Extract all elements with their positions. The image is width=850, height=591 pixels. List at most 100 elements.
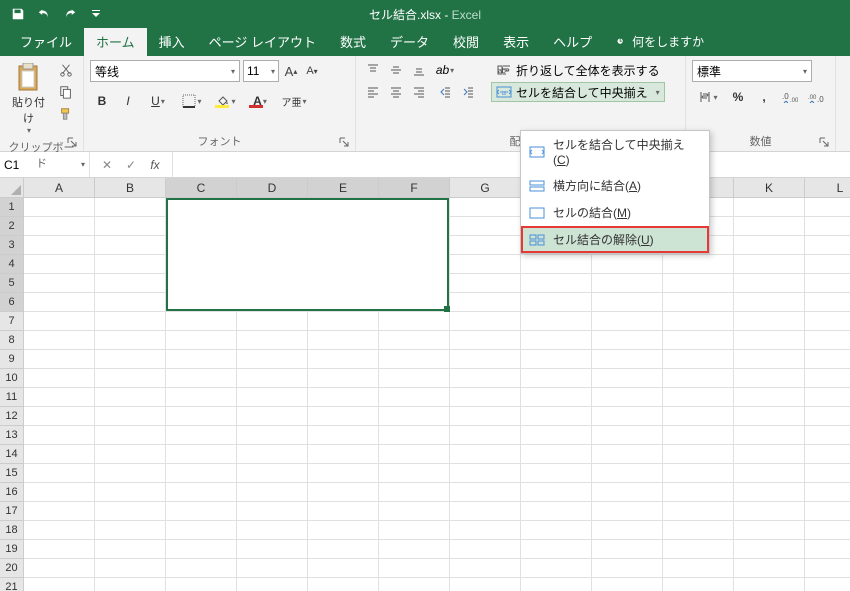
column-header[interactable]: B [95, 178, 166, 198]
cell[interactable] [379, 464, 450, 483]
cell[interactable] [805, 312, 850, 331]
decrease-font-icon[interactable]: A▾ [303, 60, 321, 82]
italic-button[interactable]: I [116, 90, 140, 112]
column-header[interactable]: C [166, 178, 237, 198]
cell[interactable] [379, 578, 450, 591]
row-header[interactable]: 9 [0, 350, 24, 369]
decrease-indent-icon[interactable] [434, 82, 456, 102]
column-header[interactable]: F [379, 178, 450, 198]
cell[interactable] [308, 445, 379, 464]
cell[interactable] [24, 331, 95, 350]
cell[interactable] [95, 198, 166, 217]
row-header[interactable]: 21 [0, 578, 24, 591]
cells-area[interactable] [24, 198, 850, 591]
cell[interactable] [24, 255, 95, 274]
cell[interactable] [592, 369, 663, 388]
cell[interactable] [379, 331, 450, 350]
tab-校閲[interactable]: 校閲 [441, 26, 491, 56]
column-header[interactable]: K [734, 178, 805, 198]
row-header[interactable]: 6 [0, 293, 24, 312]
cell[interactable] [237, 407, 308, 426]
row-header[interactable]: 10 [0, 369, 24, 388]
cell[interactable] [237, 521, 308, 540]
cell[interactable] [379, 521, 450, 540]
row-header[interactable]: 15 [0, 464, 24, 483]
cell[interactable] [24, 407, 95, 426]
cell[interactable] [521, 293, 592, 312]
cell[interactable] [308, 559, 379, 578]
cell[interactable] [166, 540, 237, 559]
cell[interactable] [521, 445, 592, 464]
cell[interactable] [734, 559, 805, 578]
cell[interactable] [592, 559, 663, 578]
cell[interactable] [308, 350, 379, 369]
merge-center-button[interactable]: a セルを結合して中央揃え ▾ [491, 82, 665, 102]
accounting-format-button[interactable]: ▾ [692, 86, 724, 108]
cell[interactable] [734, 331, 805, 350]
format-painter-icon[interactable] [55, 104, 77, 124]
fill-handle[interactable] [444, 306, 450, 312]
cell[interactable] [379, 426, 450, 445]
row-header[interactable]: 19 [0, 540, 24, 559]
cell[interactable] [166, 464, 237, 483]
cell[interactable] [450, 483, 521, 502]
undo-icon[interactable] [32, 3, 56, 25]
cell[interactable] [592, 407, 663, 426]
enter-icon[interactable]: ✓ [120, 155, 142, 175]
align-center-icon[interactable] [385, 82, 407, 102]
qat-customize-icon[interactable] [84, 3, 108, 25]
cell[interactable] [166, 331, 237, 350]
cell[interactable] [24, 426, 95, 445]
cell[interactable] [237, 388, 308, 407]
cell[interactable] [450, 426, 521, 445]
cell[interactable] [450, 312, 521, 331]
cell[interactable] [450, 578, 521, 591]
cell[interactable] [805, 331, 850, 350]
cell[interactable] [450, 388, 521, 407]
cell[interactable] [95, 312, 166, 331]
align-right-icon[interactable] [408, 82, 430, 102]
cell[interactable] [805, 255, 850, 274]
cell[interactable] [24, 350, 95, 369]
orientation-button[interactable]: ab▾ [434, 60, 456, 80]
select-all-corner[interactable] [0, 178, 24, 198]
cell[interactable] [95, 388, 166, 407]
cell[interactable] [734, 521, 805, 540]
cell[interactable] [521, 369, 592, 388]
cell[interactable] [663, 350, 734, 369]
cell[interactable] [379, 540, 450, 559]
cell[interactable] [521, 464, 592, 483]
cell[interactable] [521, 559, 592, 578]
cell[interactable] [379, 407, 450, 426]
cell[interactable] [308, 388, 379, 407]
cell[interactable] [237, 464, 308, 483]
row-header[interactable]: 8 [0, 331, 24, 350]
cell[interactable] [805, 540, 850, 559]
cell[interactable] [24, 521, 95, 540]
cell[interactable] [805, 502, 850, 521]
borders-button[interactable]: ▾ [176, 90, 208, 112]
cell[interactable] [95, 578, 166, 591]
cell[interactable] [95, 255, 166, 274]
cell[interactable] [379, 445, 450, 464]
cell[interactable] [450, 559, 521, 578]
cell[interactable] [308, 331, 379, 350]
cell[interactable] [592, 521, 663, 540]
cell[interactable] [592, 255, 663, 274]
cell[interactable] [24, 559, 95, 578]
dialog-launcher-icon[interactable] [817, 135, 831, 149]
cell[interactable] [663, 483, 734, 502]
align-top-icon[interactable] [362, 60, 384, 80]
cell[interactable] [450, 369, 521, 388]
row-header[interactable]: 14 [0, 445, 24, 464]
cell[interactable] [166, 521, 237, 540]
cell[interactable] [308, 464, 379, 483]
cell[interactable] [166, 502, 237, 521]
row-header[interactable]: 3 [0, 236, 24, 255]
row-header[interactable]: 16 [0, 483, 24, 502]
cut-icon[interactable] [55, 60, 77, 80]
cell[interactable] [734, 293, 805, 312]
cell[interactable] [805, 578, 850, 591]
menu-merge-center[interactable]: セルを結合して中央揃え(C) [521, 131, 709, 172]
cell[interactable] [24, 502, 95, 521]
